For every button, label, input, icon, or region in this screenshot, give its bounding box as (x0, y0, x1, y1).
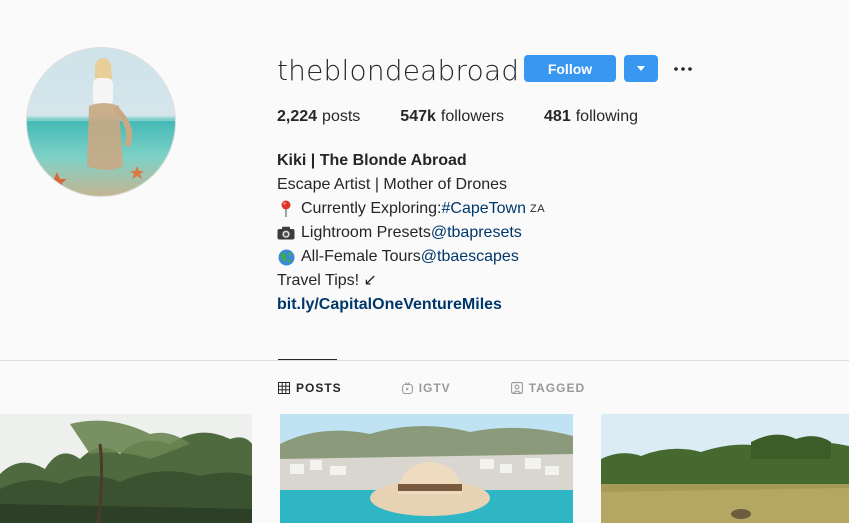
following-label: following (575, 108, 638, 125)
igtv-icon (401, 382, 413, 394)
followers-stat[interactable]: 547k followers (400, 108, 504, 126)
hashtag-link[interactable]: #CapeTown (442, 197, 527, 221)
round-pushpin-icon (277, 200, 295, 218)
tab-igtv-label: IGTV (418, 381, 451, 395)
profile-stats: 2,224 posts 547k followers 481 following (277, 108, 638, 126)
followers-label: followers (440, 108, 505, 125)
bio-line-tours: All-Female Tours @tbaescapes (277, 245, 797, 269)
camera-icon (277, 224, 295, 242)
tabs-divider (0, 360, 849, 361)
avatar-image (27, 48, 175, 196)
grid-icon (278, 382, 290, 394)
posts-label: posts (322, 108, 361, 125)
bio-tours-text: All-Female Tours (301, 248, 421, 265)
followers-count: 547k (400, 108, 436, 125)
bio-presets-text: Lightroom Presets (301, 224, 431, 241)
mention-link-presets[interactable]: @tbapresets (431, 221, 522, 245)
post-image-trees (0, 414, 252, 523)
chevron-down-icon (637, 65, 645, 71)
suggested-dropdown-button[interactable] (624, 55, 658, 82)
posts-stat: 2,224 posts (277, 108, 360, 126)
profile-avatar[interactable] (26, 47, 176, 197)
post-thumbnail[interactable] (0, 414, 252, 523)
country-code: ZA (530, 203, 546, 215)
tab-posts[interactable]: POSTS (278, 381, 342, 395)
globe-icon (277, 248, 295, 266)
username: theblondeabroad (277, 53, 520, 87)
mention-link-escapes[interactable]: @tbaescapes (421, 245, 519, 269)
profile-tabs: POSTS IGTV TAGGED (278, 381, 585, 395)
bio-line-presets: Lightroom Presets @tbapresets (277, 221, 797, 245)
bio-line-tips: Travel Tips! ↙ (277, 272, 377, 289)
bio-line: Escape Artist | Mother of Drones (277, 176, 508, 193)
profile-full-name: Kiki | The Blonde Abroad (277, 152, 467, 169)
post-thumbnail[interactable] (601, 414, 849, 523)
username-row: theblondeabroad (277, 52, 547, 88)
tab-tagged-label: TAGGED (528, 381, 586, 395)
post-image-hat-beach (280, 414, 573, 523)
bio-location-text: Currently Exploring: (301, 200, 442, 217)
tab-igtv[interactable]: IGTV (401, 381, 451, 395)
tagged-icon (510, 382, 523, 394)
following-count: 481 (544, 108, 571, 125)
post-image-savanna (601, 414, 849, 523)
active-tab-indicator (278, 359, 337, 360)
follow-button[interactable]: Follow (524, 55, 616, 82)
bio-website-link[interactable]: bit.ly/CapitalOneVentureMiles (277, 293, 797, 317)
tab-tagged[interactable]: TAGGED (510, 381, 586, 395)
options-button[interactable] (672, 58, 694, 80)
tab-posts-label: POSTS (296, 381, 342, 395)
post-thumbnail[interactable] (280, 414, 573, 523)
more-options-icon (674, 67, 692, 71)
following-stat[interactable]: 481 following (544, 108, 638, 126)
posts-count: 2,224 (277, 108, 318, 125)
bio-line-location: Currently Exploring: #CapeTown ZA (277, 197, 797, 221)
profile-bio: Kiki | The Blonde Abroad Escape Artist |… (277, 149, 797, 317)
